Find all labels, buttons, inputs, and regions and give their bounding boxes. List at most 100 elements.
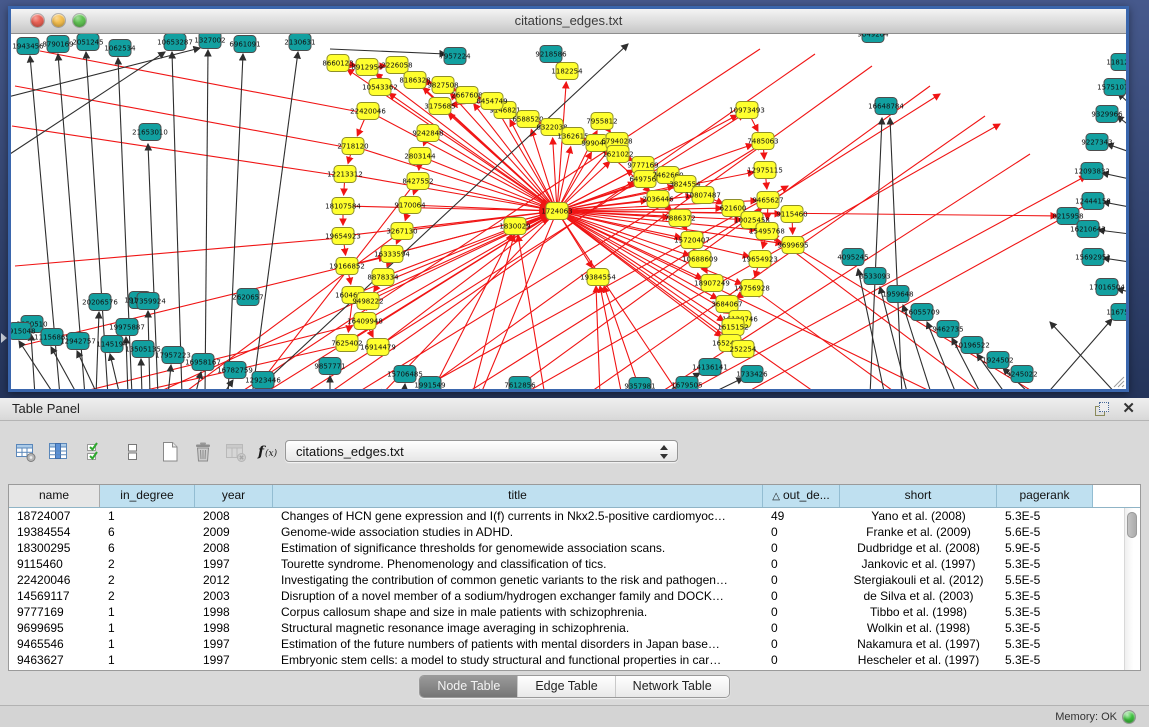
network-node[interactable]: 12444158 xyxy=(1075,193,1111,210)
network-node[interactable]: 16914479 xyxy=(360,339,396,356)
cell-pagerank[interactable]: 5.3E-5 xyxy=(997,588,1093,604)
network-node[interactable]: 9462735 xyxy=(932,321,963,338)
network-node[interactable]: 1062534 xyxy=(104,40,136,57)
cell-in_degree[interactable]: 6 xyxy=(100,524,195,540)
cell-pagerank[interactable]: 5.3E-5 xyxy=(997,620,1093,636)
column-header-short[interactable]: short xyxy=(840,485,997,507)
network-node[interactable]: 9465627 xyxy=(752,192,783,209)
cell-pagerank[interactable]: 5.9E-5 xyxy=(997,540,1093,556)
cell-title[interactable]: Structural magnetic resonance image aver… xyxy=(273,620,763,636)
cell-in_degree[interactable]: 6 xyxy=(100,540,195,556)
cell-title[interactable]: Genome-wide association studies in ADHD. xyxy=(273,524,763,540)
network-node[interactable]: 19756928 xyxy=(734,280,770,297)
network-node[interactable]: 4095245 xyxy=(837,249,868,266)
network-node[interactable]: 15692951 xyxy=(1075,249,1111,266)
network-node[interactable]: 12975115 xyxy=(747,162,783,179)
network-node[interactable]: 10196522 xyxy=(954,337,990,354)
column-header-title[interactable]: title xyxy=(273,485,763,507)
network-view-window[interactable]: citations_edges.txt 17240632242004692428… xyxy=(8,6,1129,392)
network-node[interactable]: 1924502 xyxy=(982,352,1013,369)
cell-name[interactable]: 18724007 xyxy=(9,508,100,524)
network-node[interactable]: 7955812 xyxy=(586,113,617,130)
network-node[interactable]: 20206576 xyxy=(82,294,118,311)
network-node[interactable]: 9049264 xyxy=(857,34,889,43)
cell-in_degree[interactable]: 1 xyxy=(100,636,195,652)
network-node[interactable]: 15706485 xyxy=(387,366,423,383)
network-node[interactable]: 1830029 xyxy=(499,218,530,235)
network-node[interactable]: 2130631 xyxy=(284,34,315,51)
scrollbar-thumb[interactable] xyxy=(1127,512,1137,538)
cell-name[interactable]: 9465546 xyxy=(9,636,100,652)
network-node[interactable]: 9245022 xyxy=(1006,366,1037,383)
cell-name[interactable]: 18300295 xyxy=(9,540,100,556)
network-node[interactable]: 18107584 xyxy=(325,198,361,215)
cell-title[interactable]: Tourette syndrome. Phenomenology and cla… xyxy=(273,556,763,572)
cell-name[interactable]: 9777169 xyxy=(9,604,100,620)
cell-name[interactable]: 19384554 xyxy=(9,524,100,540)
close-panel-icon[interactable]: ✕ xyxy=(1122,399,1135,417)
cell-name[interactable]: 9463627 xyxy=(9,652,100,668)
network-node[interactable]: 10653287 xyxy=(157,34,193,51)
network-node[interactable]: 6961091 xyxy=(229,36,260,53)
network-node[interactable]: 9699695 xyxy=(777,237,808,254)
cell-in_degree[interactable]: 2 xyxy=(100,572,195,588)
table-row[interactable]: 1456911722003Disruption of a novel membe… xyxy=(9,588,1140,604)
table-row[interactable]: 1872400712008Changes of HCN gene express… xyxy=(9,508,1140,524)
cell-name[interactable]: 9115460 xyxy=(9,556,100,572)
network-node[interactable]: 21653010 xyxy=(132,124,168,141)
network-node[interactable]: 9218586 xyxy=(535,46,567,63)
table-row[interactable]: 977716911998Corpus callosum shape and si… xyxy=(9,604,1140,620)
network-node[interactable]: 7485063 xyxy=(747,133,778,150)
cell-short[interactable]: Wolkin et al. (1998) xyxy=(840,620,997,636)
network-node[interactable]: 8533093 xyxy=(859,268,890,285)
cell-year[interactable]: 2008 xyxy=(195,540,273,556)
table-row[interactable]: 1938455462009Genome-wide association stu… xyxy=(9,524,1140,540)
table-row[interactable]: 1830029562008Estimation of significance … xyxy=(9,540,1140,556)
cell-year[interactable]: 1998 xyxy=(195,604,273,620)
cell-in_degree[interactable]: 1 xyxy=(100,652,195,668)
network-node[interactable]: 3267130 xyxy=(386,223,417,240)
network-node[interactable]: 8878334 xyxy=(367,269,399,286)
cell-in_degree[interactable]: 1 xyxy=(100,508,195,524)
network-node[interactable]: 15751074 xyxy=(1097,79,1126,96)
network-node[interactable]: 1182254 xyxy=(551,63,583,80)
network-node[interactable]: 17016504 xyxy=(1089,279,1125,296)
table-options-icon[interactable] xyxy=(14,440,38,464)
cell-in_degree[interactable]: 1 xyxy=(100,604,195,620)
network-node[interactable]: 9357981 xyxy=(624,378,655,390)
cell-out_de[interactable]: 0 xyxy=(763,524,840,540)
network-node[interactable]: 7612856 xyxy=(504,377,536,390)
network-node[interactable]: 19654923 xyxy=(325,228,361,245)
cell-out_de[interactable]: 0 xyxy=(763,620,840,636)
panel-collapse-arrow-icon[interactable] xyxy=(1,333,7,343)
network-node[interactable]: 3684067 xyxy=(711,296,742,313)
cell-title[interactable]: Changes of HCN gene expression and I(f) … xyxy=(273,508,763,524)
cell-year[interactable]: 1997 xyxy=(195,636,273,652)
cell-year[interactable]: 2009 xyxy=(195,524,273,540)
select-all-columns-icon[interactable] xyxy=(84,440,108,464)
delete-columns-icon[interactable] xyxy=(191,440,215,464)
new-column-icon[interactable] xyxy=(158,440,182,464)
network-node[interactable]: 19166852 xyxy=(329,258,365,275)
network-node[interactable]: 9857771 xyxy=(314,358,345,375)
cell-year[interactable]: 1997 xyxy=(195,556,273,572)
network-node[interactable]: 7886372 xyxy=(664,210,695,227)
table-selector-dropdown[interactable]: citations_edges.txt xyxy=(285,440,678,462)
table-row[interactable]: 946362711997Embryonic stem cells: a mode… xyxy=(9,652,1140,668)
column-header-pagerank[interactable]: pagerank xyxy=(997,485,1093,507)
network-node[interactable]: 1615152 xyxy=(717,319,748,336)
cell-short[interactable]: Hescheler et al. (1997) xyxy=(840,652,997,668)
network-node[interactable]: 9227343 xyxy=(1081,134,1112,151)
cell-out_de[interactable]: 0 xyxy=(763,604,840,620)
cell-out_de[interactable]: 0 xyxy=(763,636,840,652)
cell-year[interactable]: 2008 xyxy=(195,508,273,524)
cell-year[interactable]: 1998 xyxy=(195,620,273,636)
network-node[interactable]: 8660123 xyxy=(322,55,353,72)
cell-pagerank[interactable]: 5.3E-5 xyxy=(997,556,1093,572)
cell-title[interactable]: Disruption of a novel member of a sodium… xyxy=(273,588,763,604)
tab-edge-table[interactable]: Edge Table xyxy=(517,676,614,697)
cell-in_degree[interactable]: 1 xyxy=(100,620,195,636)
network-canvas[interactable]: 1724063224200469242848271812028031441221… xyxy=(11,34,1126,389)
cell-year[interactable]: 2003 xyxy=(195,588,273,604)
cell-short[interactable]: Jankovic et al. (1997) xyxy=(840,556,997,572)
